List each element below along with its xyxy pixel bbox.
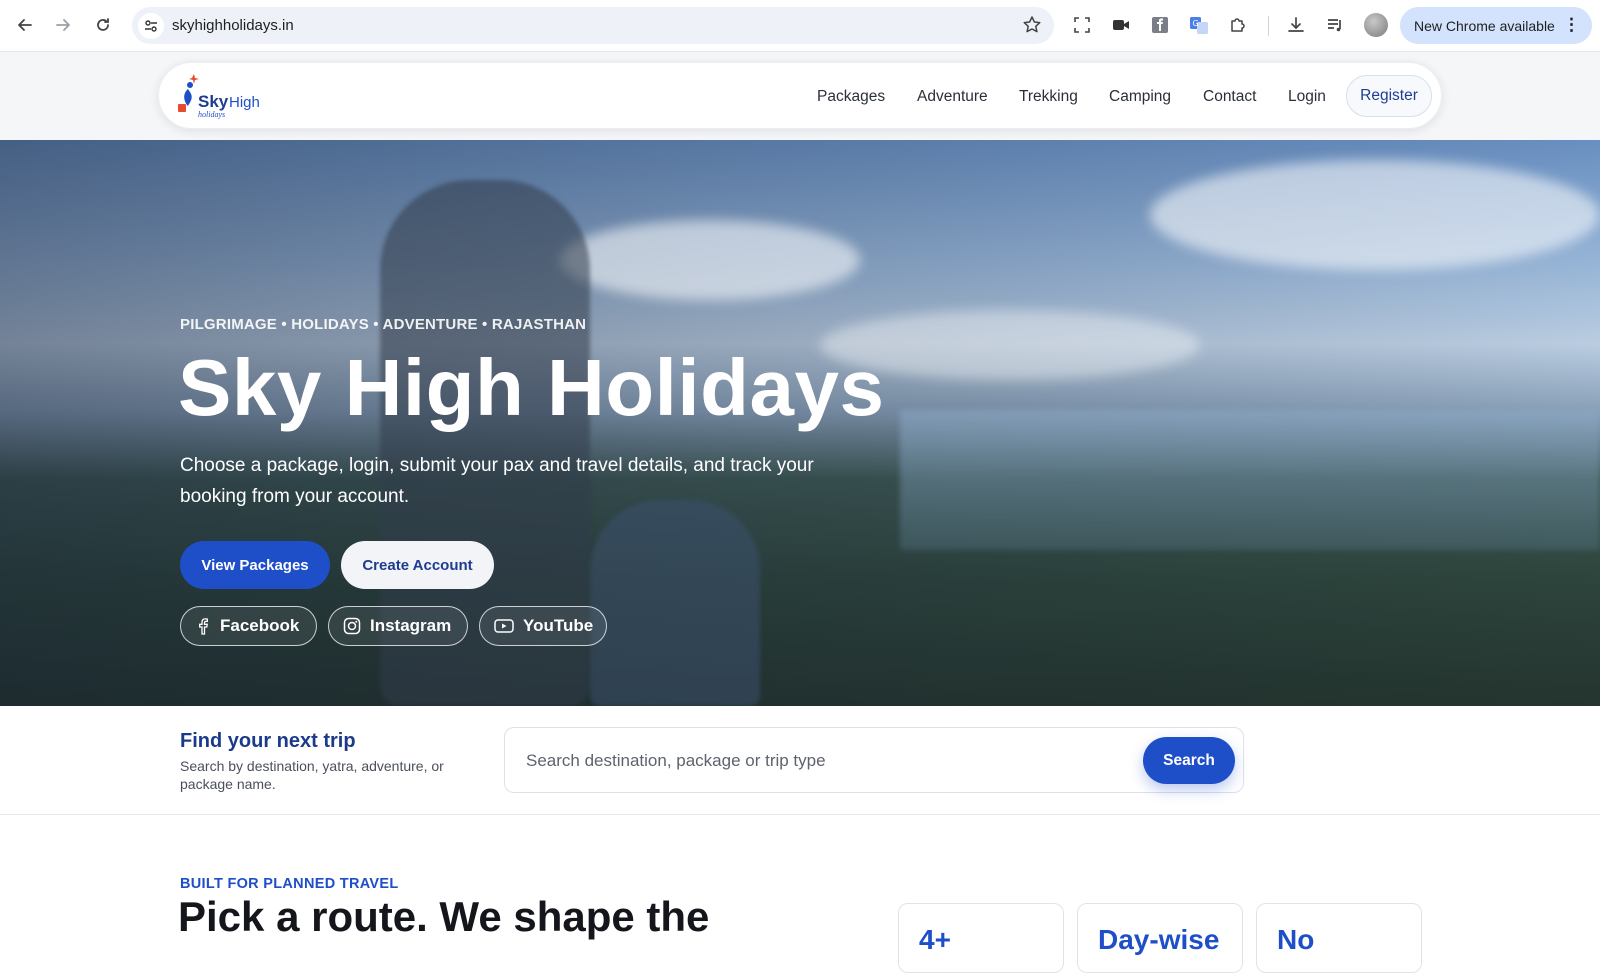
hero-title: Sky High Holidays — [178, 343, 885, 432]
register-button[interactable]: Register — [1346, 75, 1432, 117]
facebook-icon — [199, 618, 208, 635]
browser-toolbar: skyhighholidays.in G New Chrome availabl… — [0, 0, 1600, 52]
nav-camping[interactable]: Camping — [1109, 88, 1171, 106]
instagram-icon — [343, 617, 361, 635]
hero-cloud — [560, 220, 860, 300]
youtube-button[interactable]: YouTube — [479, 606, 607, 646]
reload-icon[interactable] — [88, 10, 118, 40]
new-chrome-label: New Chrome available — [1414, 17, 1555, 34]
site-logo[interactable]: Sky High holidays — [176, 72, 268, 120]
instagram-button[interactable]: Instagram — [328, 606, 468, 646]
youtube-label: YouTube — [523, 616, 594, 635]
hero-subtitle: Choose a package, login, submit your pax… — [180, 455, 814, 507]
stat-card: 4+ — [898, 903, 1064, 973]
stat-value: 4+ — [919, 924, 951, 955]
new-chrome-available-button[interactable]: New Chrome available ⋮ — [1400, 7, 1592, 44]
youtube-icon — [494, 619, 514, 633]
extensions-puzzle-icon[interactable] — [1226, 13, 1250, 37]
create-account-button[interactable]: Create Account — [341, 541, 494, 589]
nav-login[interactable]: Login — [1288, 88, 1326, 106]
forward-icon[interactable] — [48, 10, 78, 40]
find-trip-subtitle: Search by destination, yatra, adventure,… — [180, 758, 444, 792]
find-trip-title: Find your next trip — [180, 730, 356, 752]
address-bar[interactable]: skyhighholidays.in — [132, 7, 1054, 44]
hero-cloud — [1150, 160, 1600, 270]
url-text: skyhighholidays.in — [172, 17, 294, 34]
nav-contact[interactable]: Contact — [1203, 88, 1256, 106]
logo-text-holidays: holidays — [198, 110, 225, 119]
hero-eyebrow: PILGRIMAGE • HOLIDAYS • ADVENTURE • RAJA… — [180, 316, 587, 333]
stat-value: No — [1277, 924, 1315, 955]
features-title: Pick a route. We shape the — [178, 893, 710, 940]
back-icon[interactable] — [10, 10, 40, 40]
site-info-icon[interactable] — [138, 13, 164, 39]
download-icon[interactable] — [1284, 13, 1308, 37]
search-input[interactable] — [526, 748, 1116, 774]
skyhigh-logo-icon: Sky High holidays — [178, 74, 260, 119]
nav-adventure[interactable]: Adventure — [917, 88, 988, 106]
logo-text-sky: Sky — [198, 92, 229, 111]
reading-list-icon[interactable] — [1323, 13, 1347, 37]
features-eyebrow: BUILT FOR PLANNED TRAVEL — [180, 876, 399, 892]
hero-sea — [900, 410, 1600, 550]
stat-card: Day-wise — [1077, 903, 1243, 973]
profile-avatar-icon[interactable] — [1364, 13, 1388, 37]
view-packages-button[interactable]: View Packages — [180, 541, 330, 589]
toolbar-divider — [1268, 16, 1269, 36]
video-camera-icon[interactable] — [1109, 13, 1133, 37]
facebook-label: Facebook — [220, 616, 300, 635]
instagram-label: Instagram — [370, 616, 452, 635]
screenshot-icon[interactable] — [1070, 13, 1094, 37]
bookmark-star-icon[interactable] — [1022, 15, 1042, 40]
facebook-button[interactable]: Facebook — [180, 606, 317, 646]
search-button[interactable]: Search — [1143, 737, 1235, 784]
stat-value: Day-wise — [1098, 924, 1220, 955]
stat-card: No — [1256, 903, 1422, 973]
translate-icon[interactable]: G — [1187, 13, 1211, 37]
facebook-extension-icon[interactable] — [1148, 13, 1172, 37]
nav-trekking[interactable]: Trekking — [1019, 88, 1078, 106]
logo-text-high: High — [229, 94, 260, 111]
svg-text:G: G — [1193, 19, 1199, 28]
nav-packages[interactable]: Packages — [817, 88, 885, 106]
hero-hiker-silhouette — [590, 500, 760, 706]
chrome-menu-icon[interactable]: ⋮ — [1563, 16, 1580, 33]
